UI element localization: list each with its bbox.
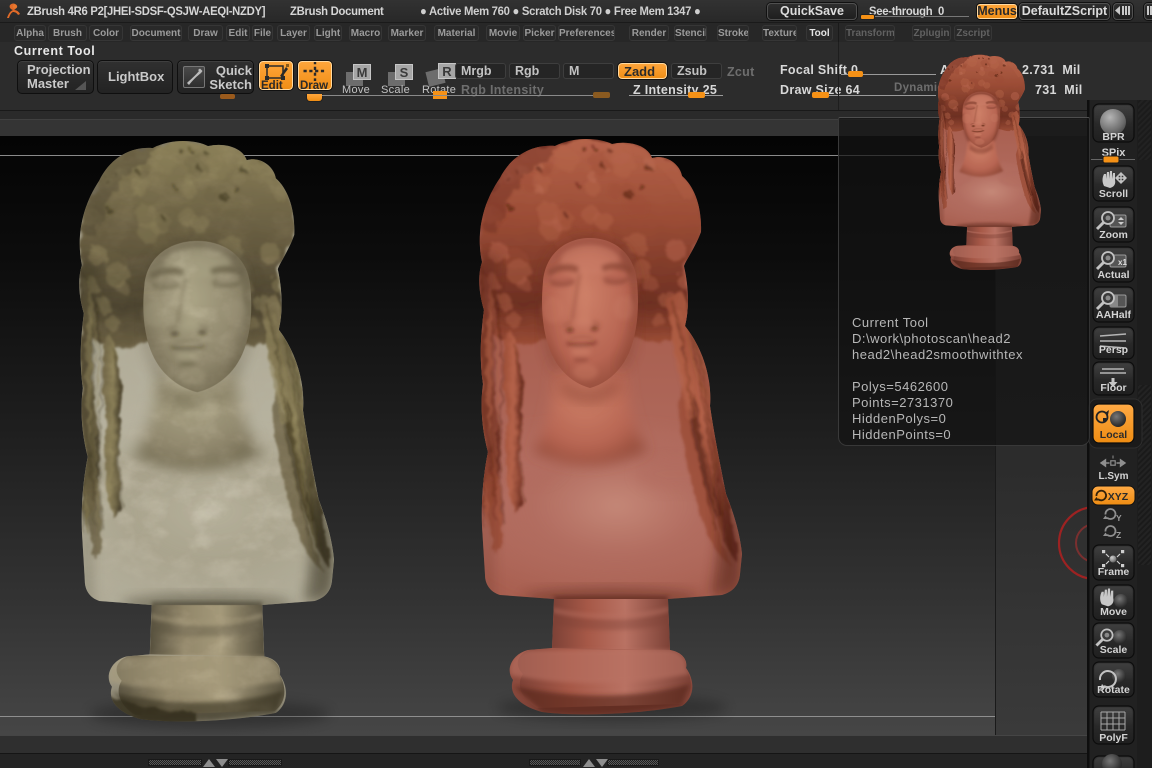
svg-text:PolyF: PolyF: [1099, 732, 1128, 744]
svg-text:AAHalf: AAHalf: [1096, 309, 1132, 321]
svg-text:Y: Y: [1116, 513, 1122, 523]
svg-text:Persp: Persp: [1099, 344, 1128, 356]
svg-text:Move: Move: [1100, 606, 1127, 618]
svg-text:BPR: BPR: [1102, 131, 1125, 143]
svg-text:x1: x1: [1118, 258, 1127, 267]
svg-text:Rotate: Rotate: [1097, 684, 1130, 696]
svg-text:Z: Z: [1116, 530, 1121, 540]
svg-text:L.Sym: L.Sym: [1098, 471, 1128, 482]
svg-text:Actual: Actual: [1097, 269, 1129, 281]
svg-text:Scale: Scale: [1100, 644, 1128, 656]
svg-text:Scroll: Scroll: [1099, 188, 1128, 200]
svg-text:Frame: Frame: [1098, 566, 1130, 578]
svg-text:Local: Local: [1100, 429, 1128, 441]
svg-text:Floor: Floor: [1100, 382, 1126, 394]
svg-text:XYZ: XYZ: [1108, 491, 1129, 503]
svg-text:Zoom: Zoom: [1099, 229, 1128, 241]
